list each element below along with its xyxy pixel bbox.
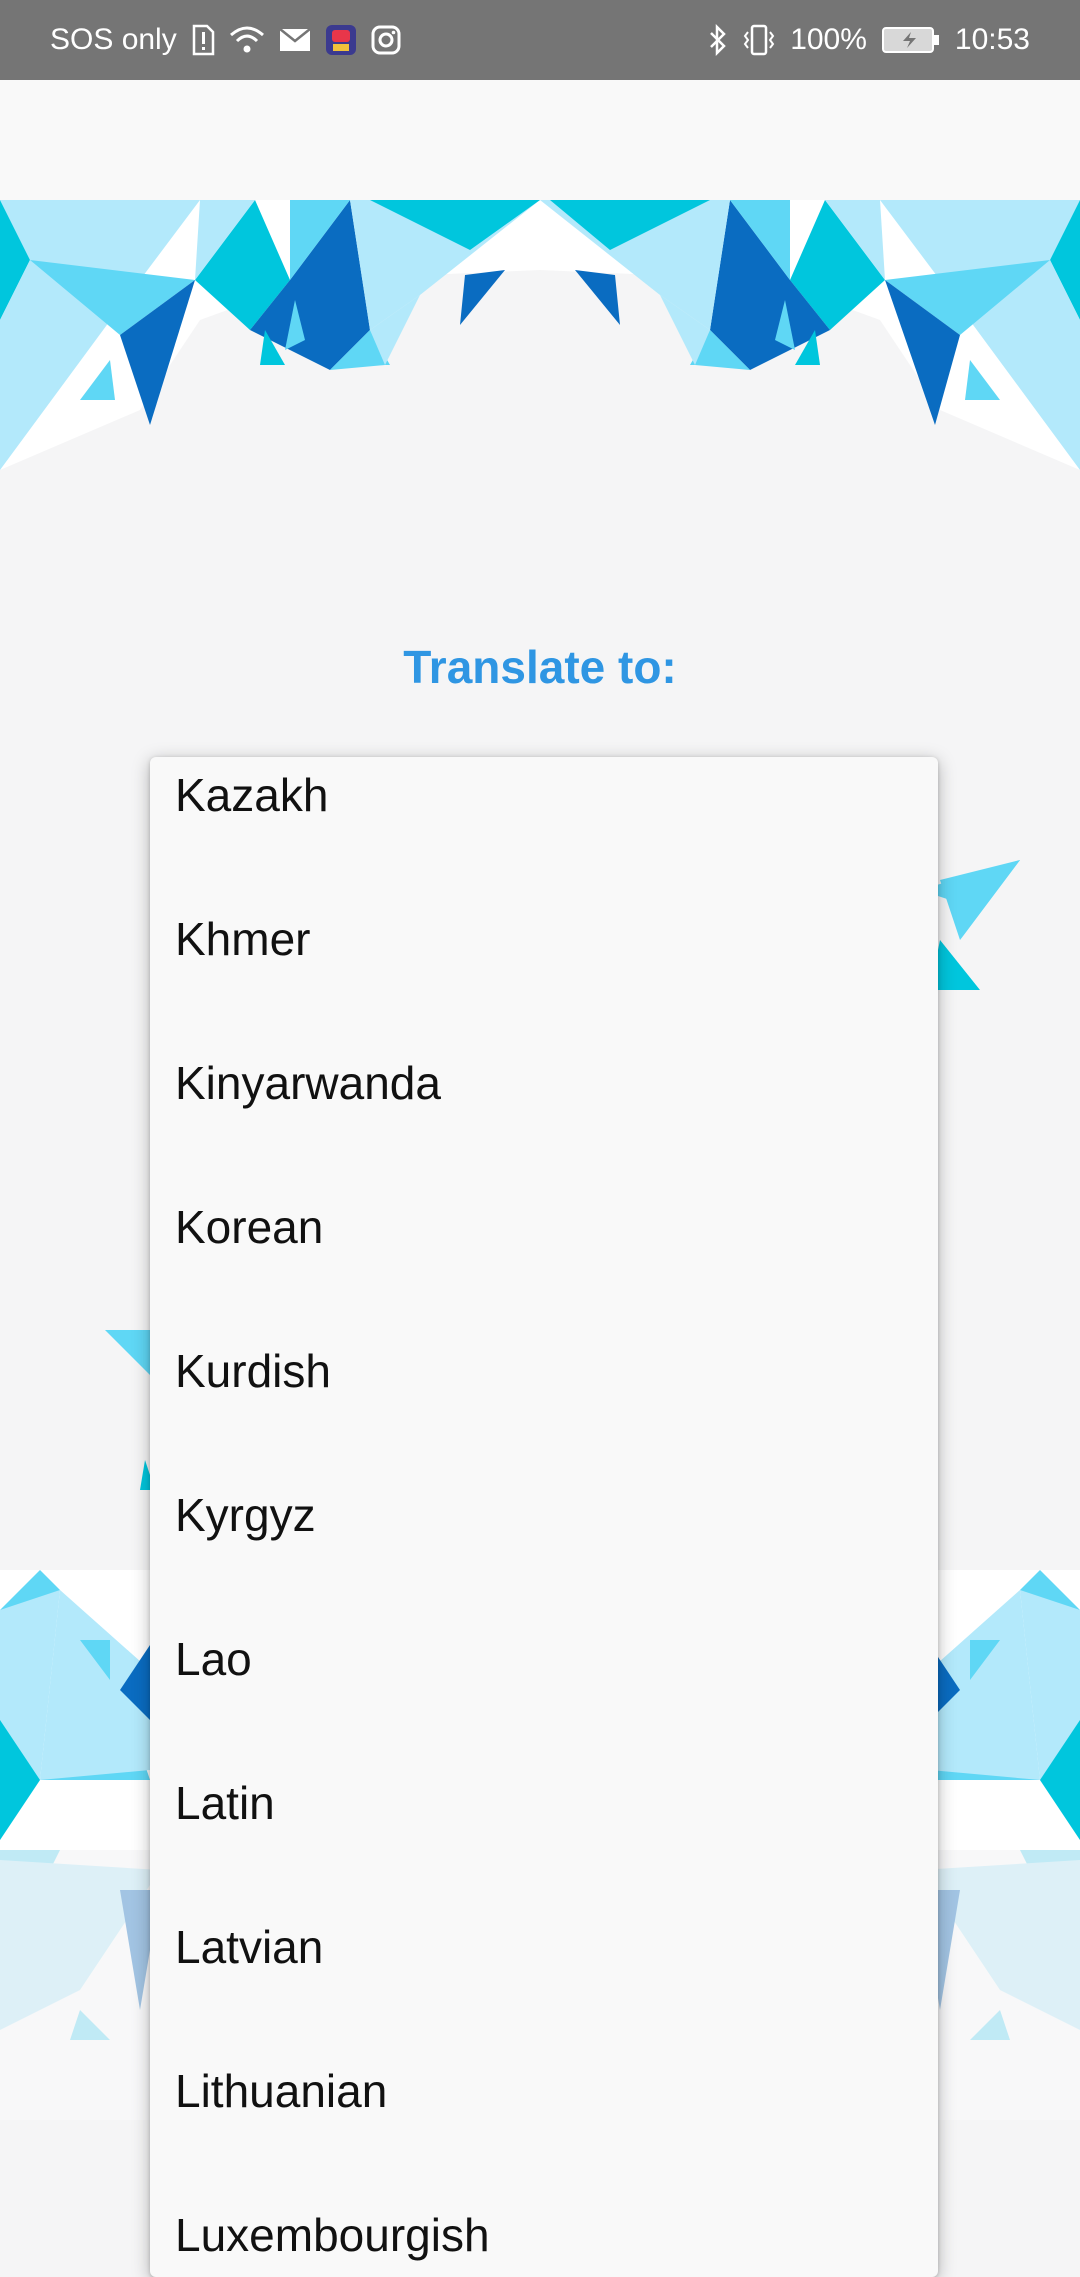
bluetooth-icon [708, 24, 728, 56]
decor-banner-top [0, 200, 1080, 470]
status-bar-right: 100% 10:53 [708, 23, 1030, 57]
language-option-luxembourgish[interactable]: Luxembourgish [150, 2163, 938, 2277]
instagram-icon [371, 25, 401, 55]
language-option-kyrgyz[interactable]: Kyrgyz [150, 1443, 938, 1587]
page-title: Translate to: [403, 641, 677, 693]
language-option-lao[interactable]: Lao [150, 1587, 938, 1731]
language-option-korean[interactable]: Korean [150, 1155, 938, 1299]
status-bar: SOS only 100% 10:53 [0, 0, 1080, 80]
language-option-khmer[interactable]: Khmer [150, 867, 938, 1011]
clock: 10:53 [954, 23, 1030, 56]
language-option-kinyarwanda[interactable]: Kinyarwanda [150, 1011, 938, 1155]
language-option-kazakh[interactable]: Kazakh [150, 757, 938, 867]
language-list[interactable]: Kazakh Khmer Kinyarwanda Korean Kurdish … [150, 757, 938, 2277]
app-notification-icon [325, 24, 357, 56]
language-option-kurdish[interactable]: Kurdish [150, 1299, 938, 1443]
carrier-label: SOS only [50, 23, 177, 56]
status-bar-left: SOS only [50, 23, 415, 57]
language-dropdown-menu[interactable]: Kazakh Khmer Kinyarwanda Korean Kurdish … [150, 757, 938, 2277]
language-option-latvian[interactable]: Latvian [150, 1875, 938, 2019]
mail-icon [278, 28, 311, 52]
battery-percent: 100% [790, 23, 867, 56]
app-bar [0, 80, 1080, 200]
battery-icon [881, 25, 941, 55]
language-option-latin[interactable]: Latin [150, 1731, 938, 1875]
vibrate-icon [742, 24, 776, 56]
language-option-lithuanian[interactable]: Lithuanian [150, 2019, 938, 2163]
sim-alert-icon [191, 24, 215, 56]
wifi-icon [229, 25, 265, 55]
